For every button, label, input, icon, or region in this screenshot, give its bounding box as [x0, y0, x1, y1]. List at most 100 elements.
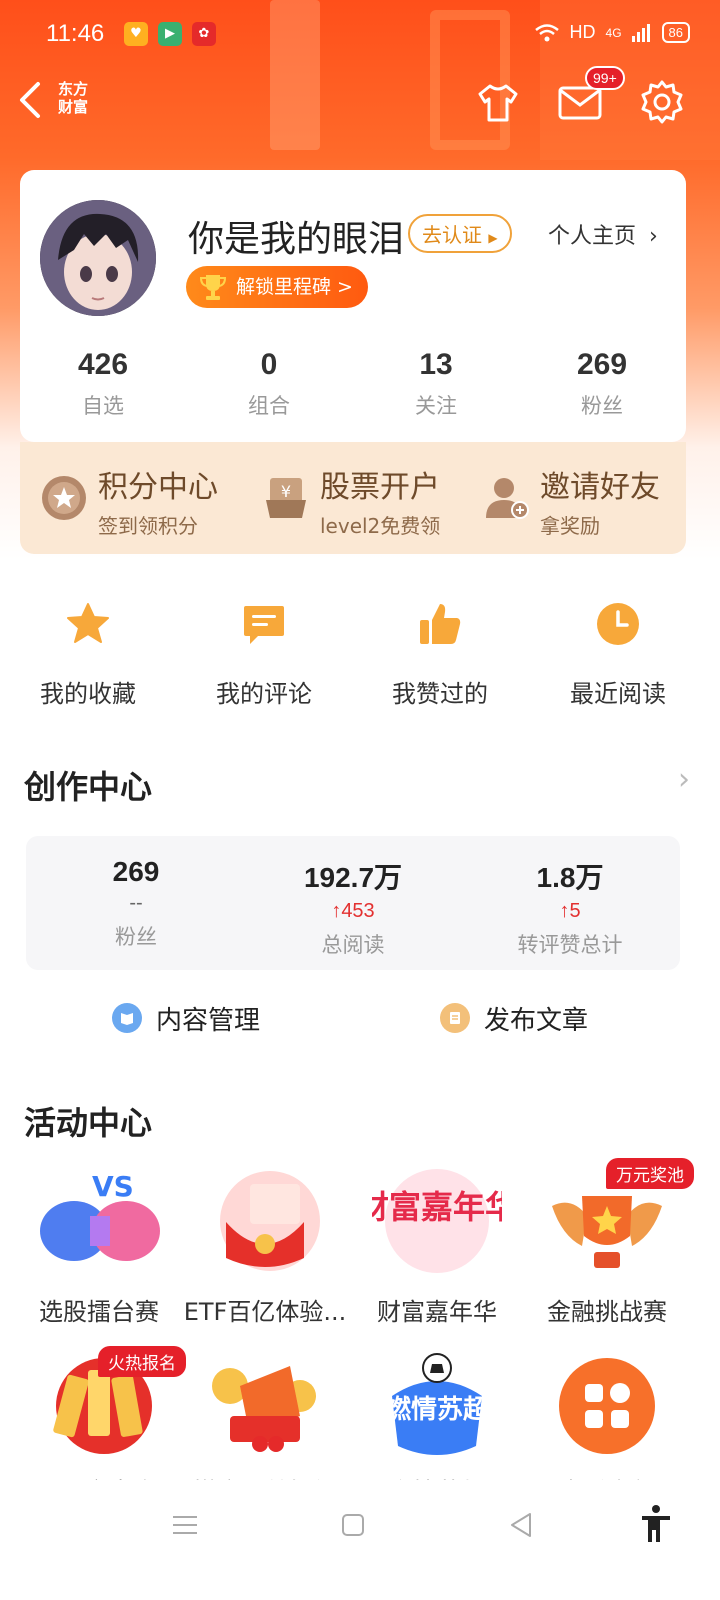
- activity-label: 财富嘉年华: [377, 1298, 497, 1326]
- creator-stat-value: 1.8万: [536, 862, 604, 893]
- gift-box-icon: [200, 1346, 330, 1466]
- signal-icon: [631, 23, 650, 42]
- gear-icon: [641, 80, 683, 124]
- profile-home-label: 个人主页: [548, 224, 637, 249]
- verify-button[interactable]: 去认证 ▶: [408, 214, 512, 253]
- creator-center-more[interactable]: ›: [678, 762, 690, 797]
- thumbs-up-icon: [420, 604, 461, 644]
- recent-reads-button[interactable]: 最近阅读: [530, 600, 706, 709]
- back-nav-button[interactable]: [506, 1510, 536, 1540]
- battery-indicator: 86: [661, 22, 690, 43]
- accessibility-button[interactable]: [638, 1504, 674, 1544]
- stat-label: 组合: [248, 394, 290, 418]
- red-envelope-icon: [200, 1166, 330, 1286]
- creator-stat-engagement[interactable]: 1.8万 ↑5 转评赞总计: [460, 856, 680, 959]
- quick-action-label: 我的评论: [216, 680, 312, 708]
- status-time: 11:46: [46, 20, 105, 47]
- activity-gold-beans[interactable]: 攒金豆兑好礼: [180, 1346, 350, 1480]
- app-notification-icon: ✿: [192, 22, 216, 46]
- network-type: HD: [569, 22, 596, 42]
- stat-label: 关注: [415, 394, 457, 418]
- liked-button[interactable]: 我赞过的: [352, 600, 528, 709]
- creator-stat-delta: ↑5: [559, 900, 581, 922]
- creator-stat-label: 转评赞总计: [517, 933, 623, 957]
- avatar-image: [40, 200, 156, 316]
- band-title: 股票开户: [320, 470, 440, 505]
- activity-label: 选股擂台赛: [39, 1298, 159, 1326]
- band-subtitle: level2免费领: [320, 514, 441, 538]
- comment-icon: [244, 606, 284, 644]
- clock-icon: [597, 603, 639, 645]
- activity-label: ETF百亿体验...: [183, 1298, 347, 1326]
- chevron-right-icon: ›: [649, 224, 658, 249]
- avatar[interactable]: [40, 200, 156, 316]
- tshirt-icon: [478, 84, 518, 122]
- activity-finance-challenge[interactable]: 金融挑战赛: [522, 1166, 692, 1327]
- settings-button[interactable]: [638, 78, 686, 126]
- activity-label: 查看全部: [522, 1472, 692, 1480]
- document-icon: [440, 1003, 470, 1033]
- invite-friends-entry[interactable]: 邀请好友 拿奖励: [482, 460, 682, 540]
- add-user-icon: [486, 478, 529, 519]
- activity-etf-experience[interactable]: ETF百亿体验...: [180, 1166, 350, 1327]
- username: 你是我的眼泪: [188, 219, 405, 260]
- svg-text:¥: ¥: [281, 482, 291, 501]
- quick-action-label: 我赞过的: [392, 680, 488, 708]
- accessibility-icon: [642, 1505, 670, 1542]
- publish-article-label: 发布文章: [484, 1005, 589, 1036]
- yen-box-icon: ¥: [266, 478, 306, 518]
- account-opening-entry[interactable]: ¥ 股票开户 level2免费领: [262, 460, 472, 540]
- activity-center-title: 活动中心: [24, 1104, 153, 1142]
- system-navigation-bar: [0, 1490, 720, 1600]
- activity-carnival[interactable]: 财富嘉年华 财富嘉年华: [352, 1166, 522, 1327]
- creator-stat-delta: ↑453: [331, 900, 375, 922]
- points-center-entry[interactable]: 积分中心 签到领积分: [40, 460, 250, 540]
- stat-following[interactable]: 13 关注: [356, 348, 516, 420]
- grid-icon: [542, 1346, 672, 1466]
- stat-value: 426: [77, 348, 129, 381]
- skin-button[interactable]: [474, 78, 522, 126]
- band-subtitle: 拿奖励: [540, 514, 600, 538]
- stat-label: 粉丝: [581, 394, 623, 418]
- stat-followers[interactable]: 269 粉丝: [522, 348, 682, 420]
- content-management-button[interactable]: 内容管理: [112, 998, 260, 1038]
- svg-text:VS: VS: [92, 1170, 134, 1203]
- carnival-logo: 财富嘉年华: [357, 1166, 517, 1286]
- stat-portfolio[interactable]: 0 组合: [189, 348, 349, 420]
- status-indicators: HD 4G 86: [534, 22, 690, 43]
- favorites-button[interactable]: 我的收藏: [0, 600, 176, 709]
- profile-home-link[interactable]: 个人主页 ›: [548, 218, 658, 250]
- square-icon: [342, 1514, 364, 1536]
- profile-card: 你是我的眼泪 去认证 ▶ 个人主页 › 解锁里程碑 > 426 自选 0 组合 …: [20, 170, 686, 442]
- creator-stat-followers[interactable]: 269 -- 粉丝: [26, 856, 246, 951]
- activity-label: 攒金豆兑好礼: [180, 1472, 350, 1480]
- comments-button[interactable]: 我的评论: [176, 600, 352, 709]
- activity-stock-contest[interactable]: VS 选股擂台赛: [14, 1166, 184, 1327]
- back-button[interactable]: [16, 80, 56, 120]
- stat-label: 自选: [82, 394, 124, 418]
- hot-registration-tag: 火热报名: [98, 1346, 186, 1377]
- stat-watchlist[interactable]: 426 自选: [23, 348, 183, 420]
- menu-button[interactable]: [170, 1510, 200, 1540]
- creator-stat-value: 192.7万: [303, 862, 403, 893]
- view-all-activities[interactable]: 查看全部: [522, 1346, 692, 1480]
- book-icon: [112, 1003, 142, 1033]
- chevron-right-icon: ›: [678, 762, 690, 797]
- milestone-button[interactable]: 解锁里程碑 >: [186, 266, 368, 308]
- trophy-icon: [199, 275, 227, 300]
- publish-article-button[interactable]: 发布文章: [440, 998, 588, 1038]
- unread-badge: 99+: [585, 66, 625, 90]
- activity-soccer[interactable]: 燃情苏超 燃情苏超: [352, 1346, 522, 1480]
- activity-label: 金融挑战赛: [547, 1298, 667, 1326]
- milestone-label: 解锁里程碑 >: [236, 276, 353, 298]
- video-app-icon: ▶: [158, 22, 182, 46]
- activity-label: 燃情苏超: [352, 1472, 522, 1480]
- creator-stat-reads[interactable]: 192.7万 ↑453 总阅读: [243, 856, 463, 959]
- stat-value: 269: [576, 348, 628, 381]
- soccer-logo: 燃情苏超: [372, 1346, 502, 1466]
- verify-label: 去认证: [422, 223, 482, 247]
- band-title: 积分中心: [98, 470, 218, 505]
- creator-center-title: 创作中心: [24, 768, 153, 806]
- band-subtitle: 签到领积分: [98, 514, 198, 538]
- home-button[interactable]: [338, 1510, 368, 1540]
